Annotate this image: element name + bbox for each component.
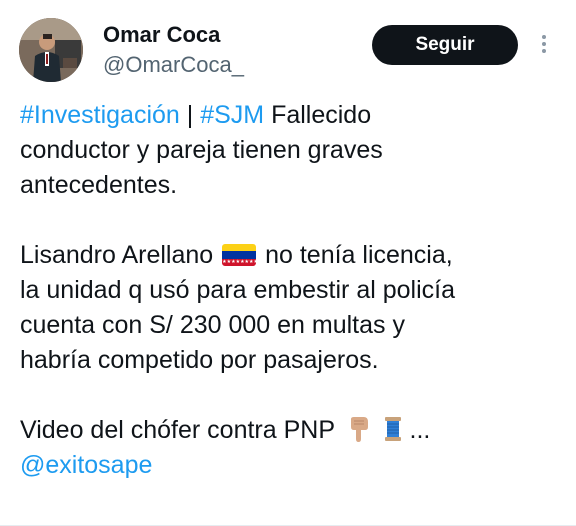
hashtag-investigacion[interactable]: #Investigación <box>20 101 180 129</box>
hashtag-sjm[interactable]: #SJM <box>200 101 264 129</box>
tweet-line-3: antecedentes. <box>20 171 178 199</box>
tweet-line-8: Video del chófer contra PNP ... <box>20 413 560 448</box>
tweet-line-5: la unidad q usó para embestir al policía <box>20 276 455 304</box>
tweet-card: Omar Coca @OmarCoca_ Seguir #Investigaci… <box>0 0 576 526</box>
tweet-text-segment: no tenía licencia, <box>258 241 453 269</box>
tweet-text-segment: Fallecido <box>264 101 372 129</box>
venezuela-flag-icon: ★★★★★★★★ <box>222 244 257 266</box>
tweet-line-7: habría competido por pasajeros. <box>20 346 379 374</box>
avatar[interactable] <box>19 18 83 82</box>
author-name[interactable]: Omar Coca <box>103 22 220 48</box>
separator-text: | <box>179 101 201 129</box>
tweet-text-segment: Video del chófer contra PNP <box>20 416 342 444</box>
tweet-text-segment: Lisandro Arellano <box>20 241 221 269</box>
tweet-line-6: cuenta con S/ 230 000 en multas y <box>20 311 405 339</box>
author-handle[interactable]: @OmarCoca_ <box>103 52 244 78</box>
thread-spool-icon <box>384 417 401 441</box>
tweet-text: #Investigación | #SJM Fallecido conducto… <box>20 98 560 483</box>
follow-button[interactable]: Seguir <box>372 25 518 65</box>
pointing-down-hand-icon <box>350 417 368 442</box>
tweet-line-1: #Investigación | #SJM Fallecido <box>20 98 560 133</box>
more-options-icon[interactable] <box>534 32 554 60</box>
ellipsis-text: ... <box>409 416 431 444</box>
mention-link[interactable]: @exitosape <box>20 448 560 483</box>
tweet-line-4: Lisandro Arellano ★★★★★★★★ no tenía lice… <box>20 238 560 273</box>
tweet-line-2: conductor y pareja tienen graves <box>20 136 383 164</box>
avatar-photo-icon <box>19 18 83 82</box>
